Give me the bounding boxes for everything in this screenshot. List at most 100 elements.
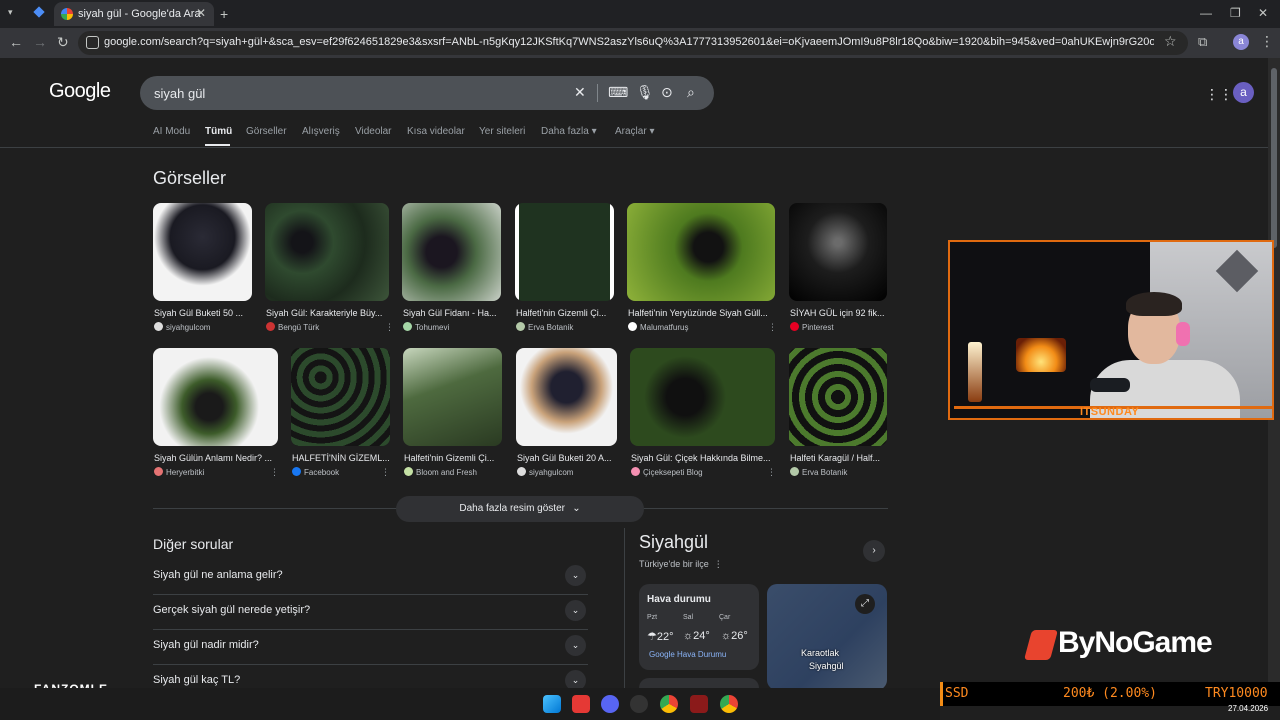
black-rose-white-bg-image[interactable] [153, 348, 278, 446]
map-card[interactable]: ⤢ Karaotlak Siyahgül [767, 584, 887, 688]
google-logo[interactable]: Google [49, 80, 111, 103]
tab-images[interactable]: Görseller [246, 126, 287, 137]
maximize-icon[interactable]: ❐ [1230, 6, 1241, 20]
black-roses-garden-image[interactable] [265, 203, 389, 301]
tab-places[interactable]: Yer siteleri [479, 126, 525, 137]
site-info-icon[interactable] [86, 36, 99, 49]
search-input[interactable]: siyah gül [154, 86, 205, 101]
streamer-name: ITSUNDAY [1080, 406, 1140, 418]
chevron-down-icon[interactable]: ⌄ [565, 670, 586, 688]
more-options-icon[interactable]: ⋮ [381, 467, 390, 478]
tab-tools[interactable]: Araçlar ▾ [615, 126, 654, 137]
chevron-down-icon[interactable]: ⌄ [565, 565, 586, 586]
tab-ai-mode[interactable]: AI Modu [153, 126, 190, 137]
image-caption[interactable]: SİYAH GÜL için 92 fik... [790, 308, 886, 318]
more-images-button[interactable]: Daha fazla resim göster ⌄ [396, 496, 644, 522]
more-options-icon[interactable]: ⋮ [768, 322, 777, 333]
more-options-icon[interactable]: ⋮ [270, 467, 279, 478]
image-caption[interactable]: Halfeti'nin Yeryüzünde Siyah Güll... [628, 308, 768, 318]
address-bar[interactable]: google.com/search?q=siyah+gül+&sca_esv=e… [78, 31, 1188, 55]
rose-stems-image[interactable] [403, 348, 502, 446]
image-caption[interactable]: Halfeti'nin Gizemli Çi... [404, 453, 500, 463]
url-text[interactable]: google.com/search?q=siyah+gül+&sca_esv=e… [104, 36, 1154, 48]
halfeti-roses-image[interactable] [515, 203, 614, 301]
gold-wrapped-bouquet-image[interactable] [516, 348, 617, 446]
pinned-tab-icon[interactable] [33, 6, 45, 18]
single-black-rose-image[interactable] [627, 203, 775, 301]
image-caption[interactable]: Siyah Gül Buketi 50 ... [154, 308, 253, 318]
paa-question-text[interactable]: Siyah gül nadir midir? [153, 639, 259, 651]
tab-short-videos[interactable]: Kısa videolar [407, 126, 465, 137]
search-icon[interactable]: ⌕ [687, 84, 695, 101]
weather-card[interactable]: Hava durumu Pzt Sal Çar ☂22° ☼24° ☼26° G… [639, 584, 759, 670]
search-box[interactable]: siyah gül ✕ ⌨ 🎙 ⊙ ⌕ [140, 76, 714, 110]
paa-question-text[interactable]: Gerçek siyah gül nerede yetişir? [153, 604, 310, 616]
chevron-down-icon[interactable]: ⌄ [565, 635, 586, 656]
source-favicon-icon [790, 467, 799, 476]
lens-icon[interactable]: ⊙ [661, 84, 673, 101]
weather-day: Pzt [647, 614, 658, 621]
more-options-icon[interactable]: ⋮ [714, 559, 723, 569]
image-caption[interactable]: Siyah Gülün Anlamı Nedir? ... [154, 453, 275, 463]
image-caption[interactable]: Siyah Gül Fidanı - Ha... [403, 308, 502, 318]
karagul-image[interactable] [789, 348, 887, 446]
paa-question-text[interactable]: Siyah gül kaç TL? [153, 674, 240, 686]
forward-icon[interactable]: → [33, 34, 47, 50]
image-caption[interactable]: Siyah Gül Buketi 20 A... [517, 453, 615, 463]
profile-avatar[interactable]: a [1233, 34, 1249, 50]
more-options-icon[interactable]: ⋮ [385, 322, 394, 333]
black-rose-seedling-image[interactable] [402, 203, 501, 301]
paa-question[interactable]: Gerçek siyah gül nerede yetişir? ⌄ [153, 595, 588, 630]
source-favicon-icon [266, 322, 275, 331]
tab-shopping[interactable]: Alışveriş [302, 126, 340, 137]
paa-question[interactable]: Siyah gül ne anlama gelir? ⌄ [153, 560, 588, 595]
halfeti-field-image[interactable] [291, 348, 390, 446]
paa-question[interactable]: Siyah gül nadir midir? ⌄ [153, 630, 588, 665]
chevron-right-icon[interactable]: › [863, 540, 885, 562]
scroll-thumb[interactable] [1271, 68, 1277, 248]
browser-menu-icon[interactable]: ⋮ [1260, 33, 1274, 50]
window-close-icon[interactable]: ✕ [1258, 6, 1268, 20]
windows-start-icon[interactable] [543, 695, 561, 713]
account-avatar[interactable]: a [1233, 82, 1254, 103]
clear-icon[interactable]: ✕ [574, 84, 586, 101]
tab-search-icon[interactable]: ▾ [8, 7, 13, 18]
tab-all[interactable]: Tümü [205, 126, 232, 137]
more-options-icon[interactable]: ⋮ [767, 467, 776, 478]
bookmark-star-icon[interactable]: ☆ [1164, 33, 1177, 50]
new-tab-icon[interactable]: + [220, 6, 228, 22]
discord-icon[interactable] [601, 695, 619, 713]
kp-title[interactable]: Siyahgül [639, 532, 708, 553]
tab-more[interactable]: Daha fazla ▾ [541, 126, 597, 137]
source-favicon-icon [154, 467, 163, 476]
reload-icon[interactable]: ↻ [57, 34, 69, 51]
paa-question[interactable]: Siyah gül kaç TL? ⌄ [153, 665, 588, 688]
image-caption[interactable]: Siyah Gül: Çiçek Hakkında Bilme... [631, 453, 774, 463]
browser-toolbar: ← → ↻ google.com/search?q=siyah+gül+&sca… [0, 28, 1280, 58]
obs-icon[interactable] [630, 695, 648, 713]
chrome-icon[interactable] [720, 695, 738, 713]
tab-close-icon[interactable]: ✕ [196, 6, 206, 20]
chrome-icon[interactable] [660, 695, 678, 713]
game-app-icon[interactable] [690, 695, 708, 713]
image-caption[interactable]: Halfeti'nin Gizemli Çi... [516, 308, 612, 318]
mic-icon[interactable]: 🎙 [636, 84, 654, 101]
extensions-icon[interactable]: ⧉ [1198, 34, 1207, 50]
image-caption[interactable]: Siyah Gül: Karakteriyle Büy... [266, 308, 384, 318]
tab-videos[interactable]: Videolar [355, 126, 392, 137]
keyboard-icon[interactable]: ⌨ [608, 84, 628, 101]
black-bouquet-image[interactable] [153, 203, 252, 301]
source-name: Bengü Türk [278, 323, 320, 332]
minimize-icon[interactable]: — [1200, 6, 1212, 20]
black-white-rose-image[interactable] [789, 203, 887, 301]
tab-active[interactable]: siyah gül - Google'da Ara ✕ [54, 2, 214, 26]
back-icon[interactable]: ← [9, 34, 23, 50]
expand-icon[interactable]: ⤢ [855, 594, 875, 614]
weather-link[interactable]: Google Hava Durumu [649, 650, 726, 659]
paa-question-text[interactable]: Siyah gül ne anlama gelir? [153, 569, 283, 581]
chevron-down-icon[interactable]: ⌄ [565, 600, 586, 621]
image-caption[interactable]: Halfeti Karagül / Half... [790, 453, 886, 463]
app-icon[interactable] [572, 695, 590, 713]
image-caption[interactable]: HALFETİ'NİN GİZEML... [292, 453, 389, 463]
black-and-red-rose-image[interactable] [630, 348, 775, 446]
